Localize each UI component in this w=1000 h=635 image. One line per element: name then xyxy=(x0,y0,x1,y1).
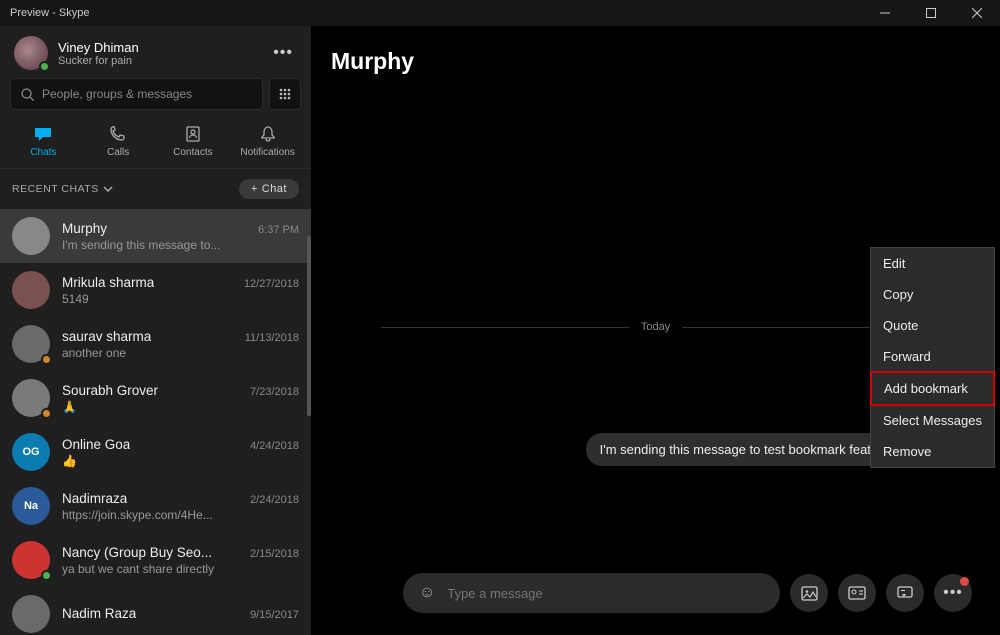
more-button[interactable]: ••• xyxy=(934,574,972,612)
chat-avatar: Na xyxy=(12,487,50,525)
chat-item-time: 11/13/2018 xyxy=(245,332,299,344)
composer[interactable]: ☺ xyxy=(403,573,780,613)
contact-card-button[interactable] xyxy=(838,574,876,612)
emoji-icon[interactable]: ☺ xyxy=(419,584,435,602)
chat-avatar xyxy=(12,325,50,363)
more-icon: ••• xyxy=(943,584,963,602)
chat-item-name: saurav sharma xyxy=(62,329,151,344)
chat-item[interactable]: OG Online Goa 4/24/2018 👍 xyxy=(0,425,311,479)
chat-item[interactable]: Sourabh Grover 7/23/2018 🙏 xyxy=(0,371,311,425)
chat-item-preview: https://join.skype.com/4He... xyxy=(62,508,299,522)
chat-avatar xyxy=(12,217,50,255)
profile-name: Viney Dhiman xyxy=(58,40,139,55)
titlebar: Preview - Skype xyxy=(0,0,1000,26)
menu-remove[interactable]: Remove xyxy=(871,436,994,467)
bell-icon xyxy=(261,124,275,144)
chat-item-name: Mrikula sharma xyxy=(62,275,154,290)
chat-item-preview: 👍 xyxy=(62,454,299,468)
contacts-icon xyxy=(185,124,201,144)
minimize-button[interactable] xyxy=(862,0,908,26)
quote-icon xyxy=(897,586,913,600)
chat-item-time: 2/24/2018 xyxy=(250,494,299,506)
calls-icon xyxy=(110,124,126,144)
chat-item-preview: I'm sending this message to... xyxy=(62,238,299,252)
presence-dot xyxy=(39,61,50,72)
search-input[interactable]: People, groups & messages xyxy=(10,78,263,110)
chevron-down-icon[interactable] xyxy=(103,185,113,193)
chat-item[interactable]: Mrikula sharma 12/27/2018 5149 xyxy=(0,263,311,317)
chat-item-name: Online Goa xyxy=(62,437,130,452)
context-menu: Edit Copy Quote Forward Add bookmark Sel… xyxy=(870,247,995,468)
maximize-button[interactable] xyxy=(908,0,954,26)
recent-chats-label[interactable]: RECENT CHATS xyxy=(12,183,99,195)
search-icon xyxy=(21,88,34,101)
chat-item-name: Nadimraza xyxy=(62,491,127,506)
conversation-pane: Murphy Today I'm sending this message to… xyxy=(311,26,1000,635)
chat-item-preview: 5149 xyxy=(62,292,299,306)
profile-row[interactable]: Viney Dhiman Sucker for pain ••• xyxy=(0,26,311,78)
window-title: Preview - Skype xyxy=(10,7,89,19)
menu-forward[interactable]: Forward xyxy=(871,341,994,372)
tab-chats[interactable]: Chats xyxy=(8,124,78,158)
more-icon[interactable]: ••• xyxy=(269,40,297,66)
chat-avatar xyxy=(12,379,50,417)
chat-avatar xyxy=(12,595,50,633)
quote-button[interactable] xyxy=(886,574,924,612)
dialpad-icon xyxy=(278,87,292,101)
menu-copy[interactable]: Copy xyxy=(871,279,994,310)
tab-calls[interactable]: Calls xyxy=(83,124,153,158)
chat-item-name: Murphy xyxy=(62,221,107,236)
close-button[interactable] xyxy=(954,0,1000,26)
menu-edit[interactable]: Edit xyxy=(871,248,994,279)
new-chat-button[interactable]: + Chat xyxy=(239,179,299,199)
contact-card-icon xyxy=(848,586,866,600)
chats-icon xyxy=(34,124,52,144)
chat-item-time: 9/15/2017 xyxy=(250,609,299,621)
chat-avatar: OG xyxy=(12,433,50,471)
chat-item-name: Nadim Raza xyxy=(62,606,136,621)
plus-icon: + xyxy=(251,183,258,195)
menu-select-messages[interactable]: Select Messages xyxy=(871,405,994,436)
profile-mood: Sucker for pain xyxy=(58,55,139,67)
avatar[interactable] xyxy=(14,36,48,70)
tab-notifications[interactable]: Notifications xyxy=(233,124,303,158)
chat-item[interactable]: Na Nadimraza 2/24/2018 https://join.skype.c… xyxy=(0,479,311,533)
chat-item-time: 7/23/2018 xyxy=(250,386,299,398)
notification-badge xyxy=(960,577,969,586)
chat-item-name: Nancy (Group Buy Seo... xyxy=(62,545,212,560)
attachment-button[interactable] xyxy=(790,574,828,612)
chat-item-name: Sourabh Grover xyxy=(62,383,158,398)
chat-item-time: 2/15/2018 xyxy=(250,548,299,560)
nav-tabs: Chats Calls Contacts Notifications xyxy=(0,118,311,169)
chat-item[interactable]: Nancy (Group Buy Seo... 2/15/2018 ya but w… xyxy=(0,533,311,587)
section-header: RECENT CHATS + Chat xyxy=(0,169,311,209)
menu-quote[interactable]: Quote xyxy=(871,310,994,341)
tab-contacts[interactable]: Contacts xyxy=(158,124,228,158)
menu-add-bookmark[interactable]: Add bookmark xyxy=(870,371,995,406)
chat-list: Murphy 6:37 PM I'm sending this message to… xyxy=(0,209,311,635)
image-icon xyxy=(801,586,818,601)
chat-item-preview: ya but we cant share directly xyxy=(62,562,299,576)
chat-item-preview: 🙏 xyxy=(62,400,299,414)
conversation-header[interactable]: Murphy xyxy=(311,26,1000,97)
chat-avatar xyxy=(12,541,50,579)
chat-item-time: 6:37 PM xyxy=(258,224,299,236)
chat-item[interactable]: Murphy 6:37 PM I'm sending this message to… xyxy=(0,209,311,263)
dialpad-button[interactable] xyxy=(269,78,301,110)
message-input[interactable] xyxy=(447,586,764,601)
chat-avatar xyxy=(12,271,50,309)
chat-item-time: 4/24/2018 xyxy=(250,440,299,452)
chat-item-time: 12/27/2018 xyxy=(244,278,299,290)
sidebar: Viney Dhiman Sucker for pain ••• People,… xyxy=(0,26,311,635)
chat-item[interactable]: saurav sharma 11/13/2018 another one xyxy=(0,317,311,371)
chat-item-preview: another one xyxy=(62,346,299,360)
conversation-title: Murphy xyxy=(331,48,980,75)
chat-item[interactable]: Nadim Raza 9/15/2017 xyxy=(0,587,311,635)
search-placeholder: People, groups & messages xyxy=(42,87,192,101)
